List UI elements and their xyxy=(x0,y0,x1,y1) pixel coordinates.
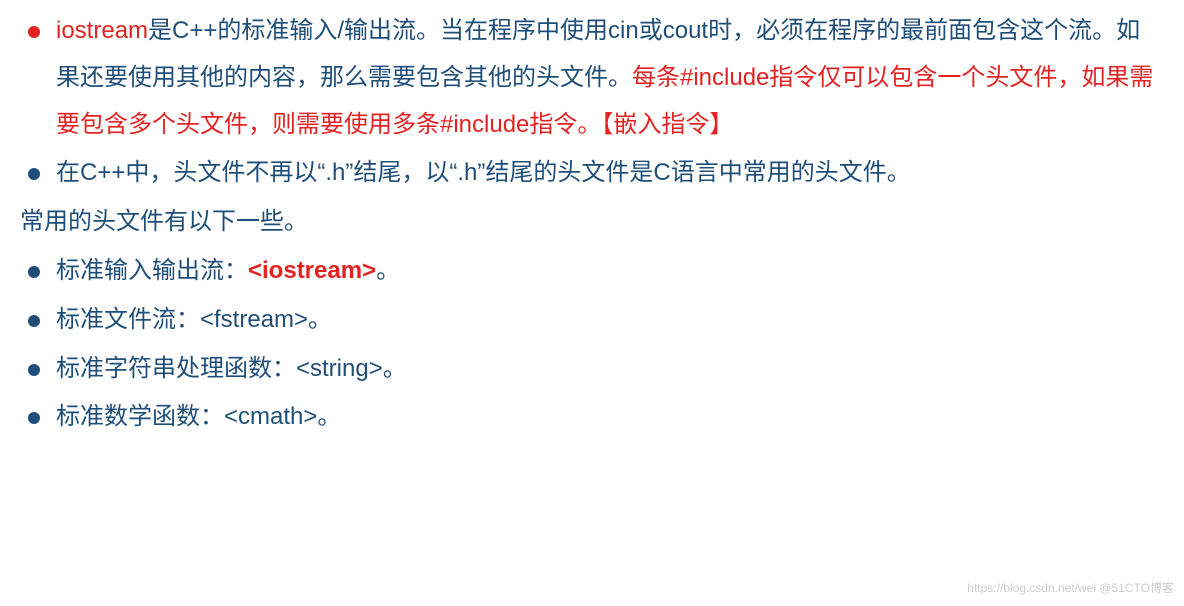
bullet5-text: 标准字符串处理函数：<string>。 xyxy=(56,355,407,382)
bullet6-text: 标准数学函数：<cmath>。 xyxy=(56,403,341,430)
iostream-keyword: iostream xyxy=(56,17,148,44)
bullet-stdio-stream: 标准输入输出流：<iostream>。 xyxy=(20,248,1164,295)
bullet4-text: 标准文件流：<fstream>。 xyxy=(56,306,332,333)
watermark: https://blog.csdn.net/wei @51CTO博客 xyxy=(967,577,1174,600)
bullet-cmath: 标准数学函数：<cmath>。 xyxy=(20,394,1164,441)
content-list: iostream是C++的标准输入/输出流。当在程序中使用cin或cout时，必… xyxy=(20,8,1164,197)
bullet3-prefix: 标准输入输出流： xyxy=(56,257,248,284)
iostream-highlight: <iostream> xyxy=(248,257,376,284)
bullet3-suffix: 。 xyxy=(376,257,400,284)
bullet-string: 标准字符串处理函数：<string>。 xyxy=(20,346,1164,393)
bullet-header-ext: 在C++中，头文件不再以“.h”结尾，以“.h”结尾的头文件是C语言中常用的头文… xyxy=(20,150,1164,197)
common-headers-intro: 常用的头文件有以下一些。 xyxy=(20,199,1164,246)
header-files-list: 标准输入输出流：<iostream>。 标准文件流：<fstream>。 标准字… xyxy=(20,248,1164,441)
bullet-iostream: iostream是C++的标准输入/输出流。当在程序中使用cin或cout时，必… xyxy=(20,8,1164,148)
bullet-file-stream: 标准文件流：<fstream>。 xyxy=(20,297,1164,344)
plain-line-text: 常用的头文件有以下一些。 xyxy=(20,208,308,235)
bullet2-text: 在C++中，头文件不再以“.h”结尾，以“.h”结尾的头文件是C语言中常用的头文… xyxy=(56,159,911,186)
